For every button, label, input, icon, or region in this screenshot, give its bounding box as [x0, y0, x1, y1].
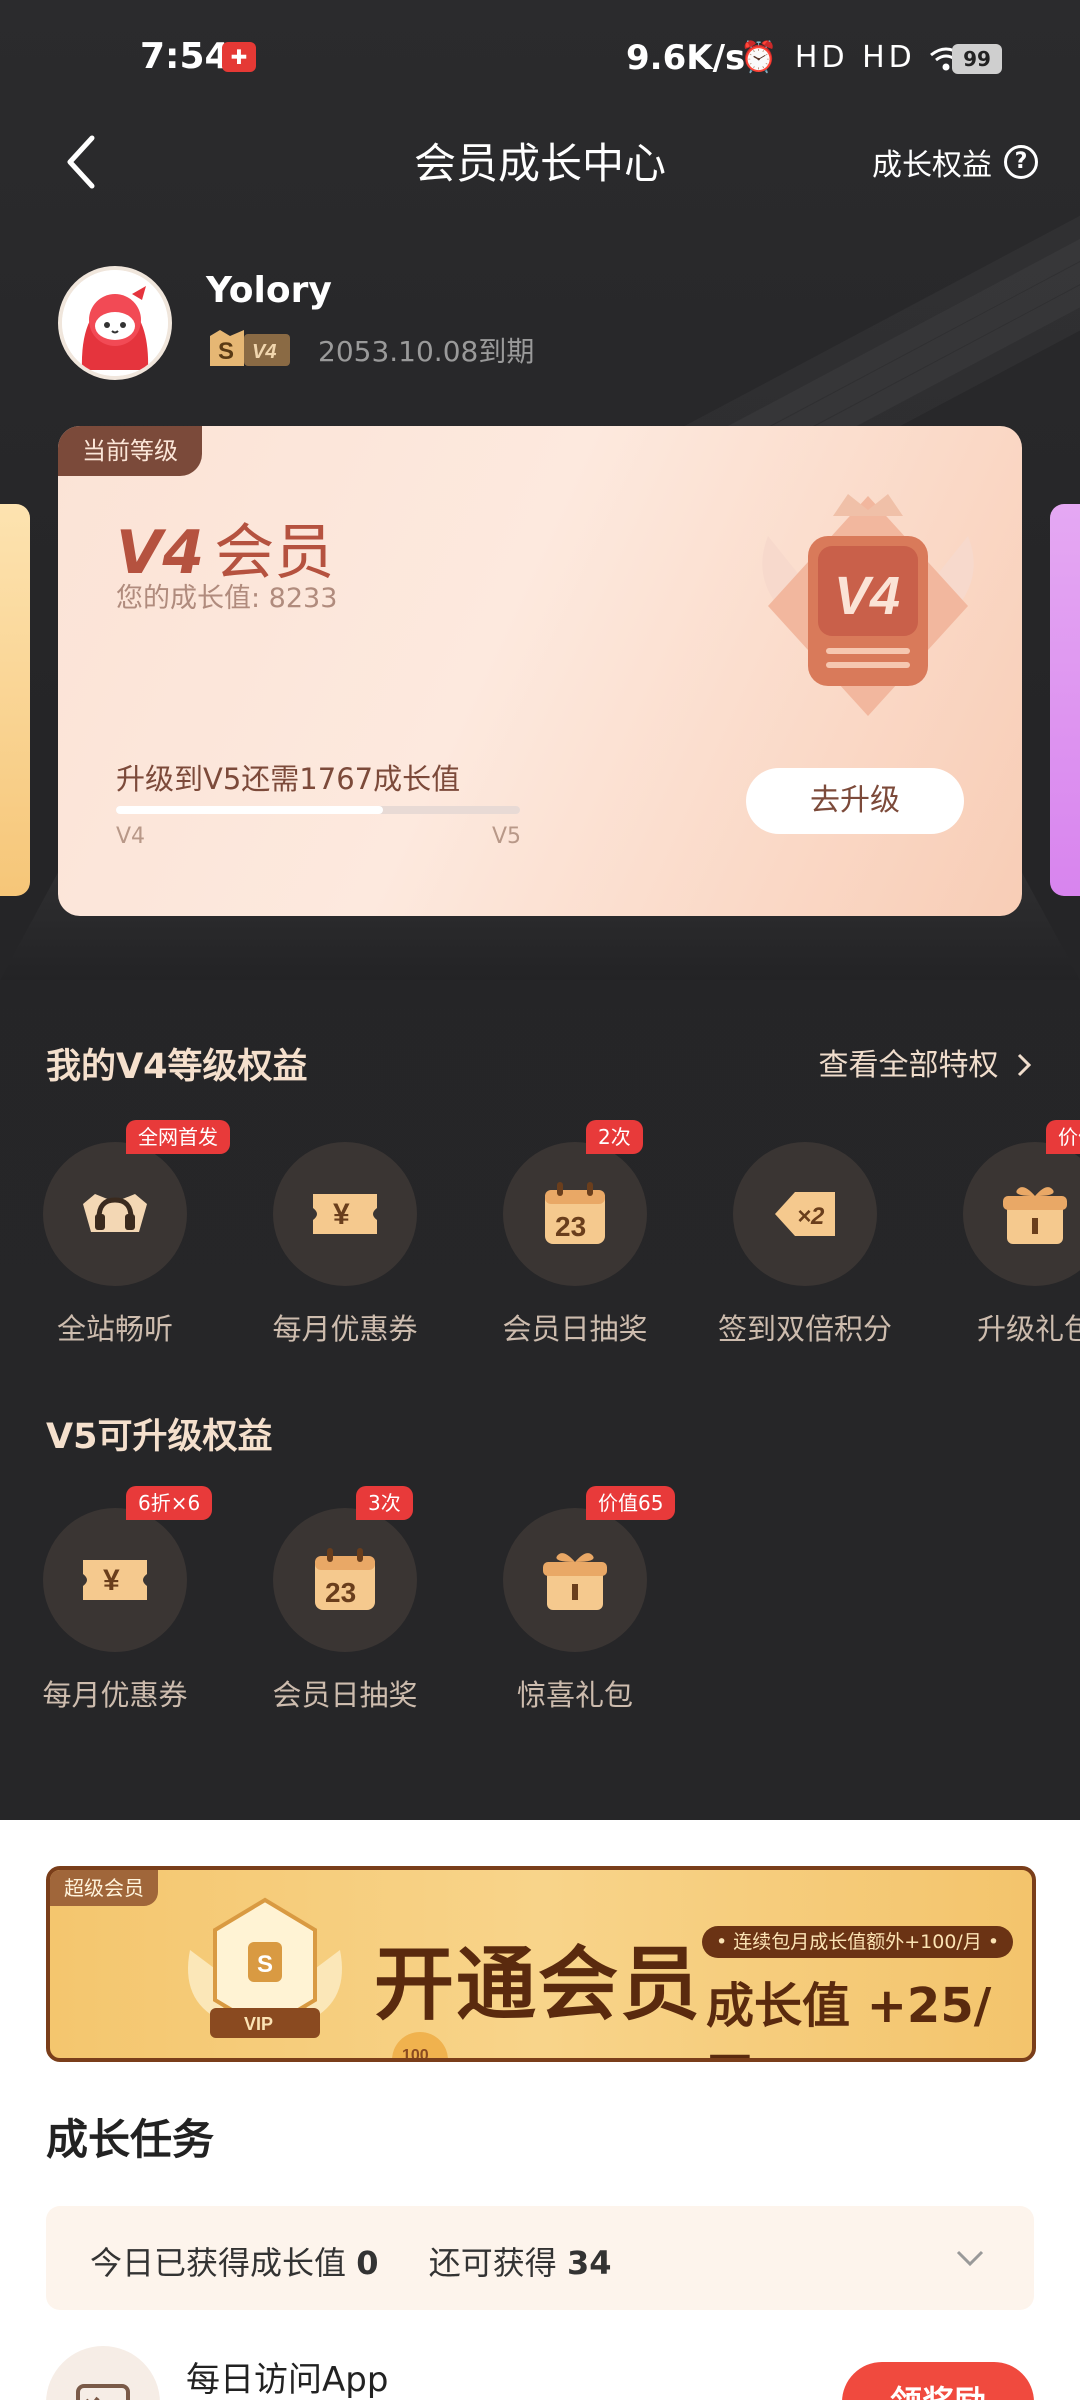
current-level-tag: 当前等级: [58, 426, 202, 476]
coin-text: 100: [402, 2047, 429, 2062]
promo-subtitle: • 连续包月成长值额外+100/月 •: [702, 1926, 1014, 1958]
claim-reward-button[interactable]: 领奖励: [842, 2362, 1034, 2400]
growth-value: 您的成长值: 8233: [116, 583, 338, 614]
benefit-icon-circle: 23: [273, 1508, 417, 1652]
my-benefits-title: 我的V4等级权益: [46, 1047, 308, 1087]
benefit-badge: 2次: [586, 1120, 643, 1154]
benefit-item-1[interactable]: 全网首发全站畅听: [20, 1120, 230, 1348]
network-speed: 9.6K/s: [626, 38, 746, 78]
next-benefits-title: V5可升级权益: [46, 1417, 273, 1457]
username: Yolory: [206, 270, 332, 311]
benefit-label: 签到双倍积分: [717, 1312, 892, 1346]
task-icon: [46, 2346, 160, 2400]
growth-tasks-title: 成长任务: [46, 2115, 215, 2164]
membership-expire: 2053.10.08到期: [318, 335, 535, 368]
svg-text:23: 23: [555, 1211, 586, 1242]
current-level-card[interactable]: 当前等级 V4 会员 您的成长值: 8233 V4 升级到V5还需1767成长值 …: [58, 426, 1022, 916]
benefit-badge: 全网首发: [126, 1120, 230, 1154]
status-bar: 7:54 ✚ 9.6K/s ⏰ HD HD 99: [0, 0, 1080, 120]
upgrade-button[interactable]: 去升级: [746, 768, 964, 834]
svg-text:23: 23: [325, 1577, 356, 1608]
today-summary-text: 今日已获得成长值 0 还可获得 34: [90, 2238, 612, 2284]
see-all-privileges-link[interactable]: 查看全部特权: [818, 1040, 1034, 1084]
growth-rights-label: 成长权益: [872, 148, 992, 183]
progress-from-level: V4: [116, 824, 146, 849]
prev-level-card[interactable]: [0, 504, 30, 896]
task-title: 每日访问App: [186, 2360, 389, 2400]
checklist-icon: [76, 2384, 130, 2400]
signal-text: ⏰ HD HD: [740, 40, 916, 75]
benefit-item-5[interactable]: 价值升级礼包: [940, 1120, 1080, 1348]
benefit-icon-circle: ¥: [43, 1508, 187, 1652]
benefit-item-2[interactable]: 23 3次会员日抽奖: [250, 1486, 440, 1714]
next-level-card[interactable]: [1050, 504, 1080, 896]
help-icon: ?: [1004, 145, 1038, 179]
benefit-item-1[interactable]: ¥6折×6 每月优惠券: [20, 1486, 213, 1714]
promo-growth-value: 成长值 +25/天: [706, 1978, 992, 2058]
growth-rights-link[interactable]: 成长权益 ?: [872, 140, 1038, 184]
benefit-badge: 3次: [356, 1486, 413, 1520]
progress-fill: [116, 806, 383, 814]
level-progress-bar: [116, 806, 520, 814]
avatar-image: [62, 270, 168, 376]
svg-text:¥: ¥: [103, 1564, 120, 1597]
chevron-right-icon: [1017, 1053, 1032, 1077]
status-time: 7:54: [140, 36, 230, 77]
benefit-icon-circle: [43, 1142, 187, 1286]
benefit-badge: 价值: [1046, 1120, 1080, 1154]
remain-prefix: 还可获得: [428, 2244, 557, 2282]
svg-text:×2: ×2: [797, 1203, 825, 1230]
notification-icon: ✚: [222, 42, 256, 72]
benefit-item-4[interactable]: ×2 签到双倍积分: [710, 1142, 900, 1348]
svg-text:¥: ¥: [333, 1198, 350, 1231]
benefit-item-3[interactable]: 23 2次会员日抽奖: [480, 1120, 670, 1348]
vip-crest-icon: S VIP: [188, 1897, 342, 2038]
benefit-icon-circle: 23: [503, 1142, 647, 1286]
avatar[interactable]: [58, 266, 172, 380]
upgrade-need-text: 升级到V5还需1767成长值: [116, 762, 461, 796]
benefit-label: 全站畅听: [56, 1312, 173, 1346]
benefit-icon-circle: ×2: [733, 1142, 877, 1286]
open-membership-banner[interactable]: 超级会员 S VIP 开通会员 • 连续包月成长值额外+100/月 • 成长值 …: [46, 1866, 1036, 2062]
benefit-label: 每月优惠券: [272, 1312, 418, 1346]
crest-text: VIP: [244, 2014, 273, 2034]
today-value: 0: [356, 2244, 379, 2282]
svg-text:V4: V4: [834, 566, 900, 626]
battery-icon: 99: [952, 44, 1002, 74]
benefit-badge: 6折×6: [126, 1486, 213, 1520]
today-prefix: 今日已获得成长值: [90, 2244, 347, 2282]
benefit-icon-circle: ¥: [273, 1142, 417, 1286]
svg-text:S: S: [257, 1951, 273, 1978]
signal-icon: ⏰ HD HD: [740, 40, 963, 75]
benefit-badge: 价值65: [586, 1486, 676, 1520]
dark-header-area: 7:54 ✚ 9.6K/s ⏰ HD HD 99 会员成长中心 成长权益 ? Y…: [0, 0, 1080, 1820]
coin-icon: 100: [392, 2032, 448, 2062]
vip-level-badge-icon: S V4: [210, 330, 290, 366]
benefit-label: 会员日抽奖: [272, 1678, 418, 1712]
today-growth-summary[interactable]: 今日已获得成长值 0 还可获得 34: [46, 2206, 1034, 2310]
benefit-label: 会员日抽奖: [502, 1312, 648, 1346]
benefit-icon-circle: [503, 1508, 647, 1652]
promo-title: 开通会员: [374, 1938, 702, 2031]
benefit-label: 升级礼包: [976, 1312, 1080, 1346]
benefit-item-2[interactable]: ¥ 每月优惠券: [250, 1142, 440, 1348]
progress-to-level: V5: [492, 824, 522, 849]
v4-emblem-icon: V4: [762, 494, 974, 716]
chevron-down-icon: [956, 2250, 984, 2267]
super-member-tag: 超级会员: [50, 1870, 158, 1906]
benefit-label: 惊喜礼包: [516, 1678, 633, 1712]
benefit-label: 每月优惠券: [42, 1678, 188, 1712]
badge-level-text: V4: [252, 341, 276, 363]
svg-text:S: S: [218, 338, 234, 365]
see-all-label: 查看全部特权: [818, 1048, 999, 1083]
remain-value: 34: [566, 2244, 612, 2282]
benefit-icon-circle: [963, 1142, 1080, 1286]
benefit-item-3[interactable]: 价值65 惊喜礼包: [480, 1486, 676, 1714]
